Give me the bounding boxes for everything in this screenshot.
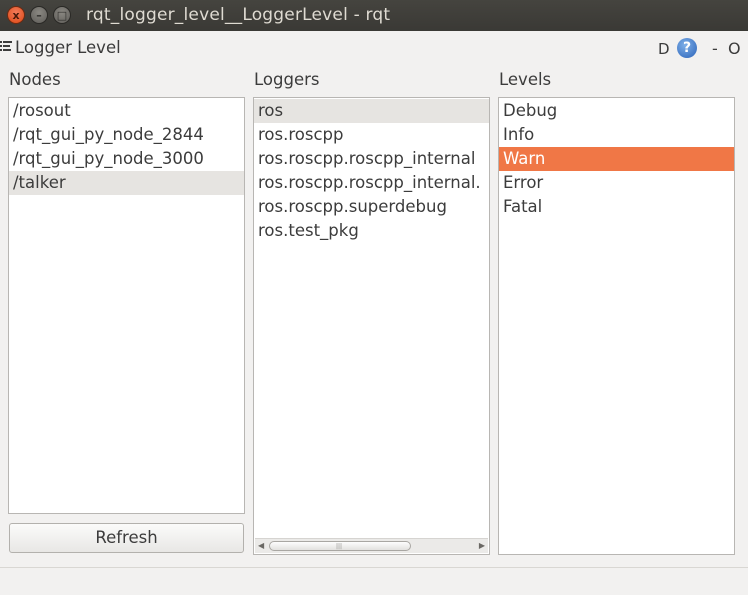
plugin-header: Logger Level D ? - O	[0, 33, 748, 63]
plugin-close-button[interactable]: O	[728, 39, 741, 58]
window-minimize-button[interactable]: –	[30, 6, 48, 24]
level-item[interactable]: Warn	[499, 147, 734, 171]
refresh-button[interactable]: Refresh	[9, 523, 244, 553]
window-maximize-button[interactable]: □	[53, 6, 71, 24]
node-item[interactable]: /talker	[9, 171, 244, 195]
loggers-list[interactable]: ros ros.roscpp ros.roscpp.roscpp_interna…	[253, 97, 490, 555]
nodes-label: Nodes	[9, 70, 61, 89]
plugin-title: Logger Level	[15, 38, 121, 57]
levels-list[interactable]: Debug Info Warn Error Fatal	[498, 97, 735, 555]
window-titlebar: x – □ rqt_logger_level__LoggerLevel - rq…	[0, 0, 748, 31]
status-bar	[0, 567, 748, 595]
scrollbar-thumb[interactable]: |||	[269, 541, 411, 551]
logger-item[interactable]: ros.test_pkg	[254, 219, 489, 243]
logger-item[interactable]: ros.roscpp.superdebug	[254, 195, 489, 219]
level-item[interactable]: Info	[499, 123, 734, 147]
plugin-minimize-button[interactable]: -	[712, 39, 718, 58]
level-item[interactable]: Error	[499, 171, 734, 195]
help-icon[interactable]: ?	[677, 38, 697, 58]
nodes-list[interactable]: /rosout /rqt_gui_py_node_2844 /rqt_gui_p…	[8, 97, 245, 514]
plugin-d-button[interactable]: D	[658, 40, 670, 58]
logger-item[interactable]: ros	[254, 99, 489, 123]
logger-list-icon	[0, 41, 12, 51]
logger-item[interactable]: ros.roscpp.roscpp_internal	[254, 147, 489, 171]
node-item[interactable]: /rosout	[9, 99, 244, 123]
logger-item[interactable]: ros.roscpp	[254, 123, 489, 147]
level-item[interactable]: Debug	[499, 99, 734, 123]
loggers-horizontal-scrollbar[interactable]: ◀ ||| ▶	[255, 538, 488, 553]
node-item[interactable]: /rqt_gui_py_node_3000	[9, 147, 244, 171]
logger-item[interactable]: ros.roscpp.roscpp_internal.	[254, 171, 489, 195]
scroll-left-arrow-icon[interactable]: ◀	[258, 541, 264, 550]
levels-label: Levels	[499, 70, 552, 89]
scroll-right-arrow-icon[interactable]: ▶	[479, 541, 485, 550]
level-item[interactable]: Fatal	[499, 195, 734, 219]
node-item[interactable]: /rqt_gui_py_node_2844	[9, 123, 244, 147]
loggers-label: Loggers	[254, 70, 320, 89]
window-close-button[interactable]: x	[7, 6, 25, 24]
scrollbar-grip-icon: |||	[336, 543, 343, 550]
window-title: rqt_logger_level__LoggerLevel - rqt	[86, 5, 391, 25]
